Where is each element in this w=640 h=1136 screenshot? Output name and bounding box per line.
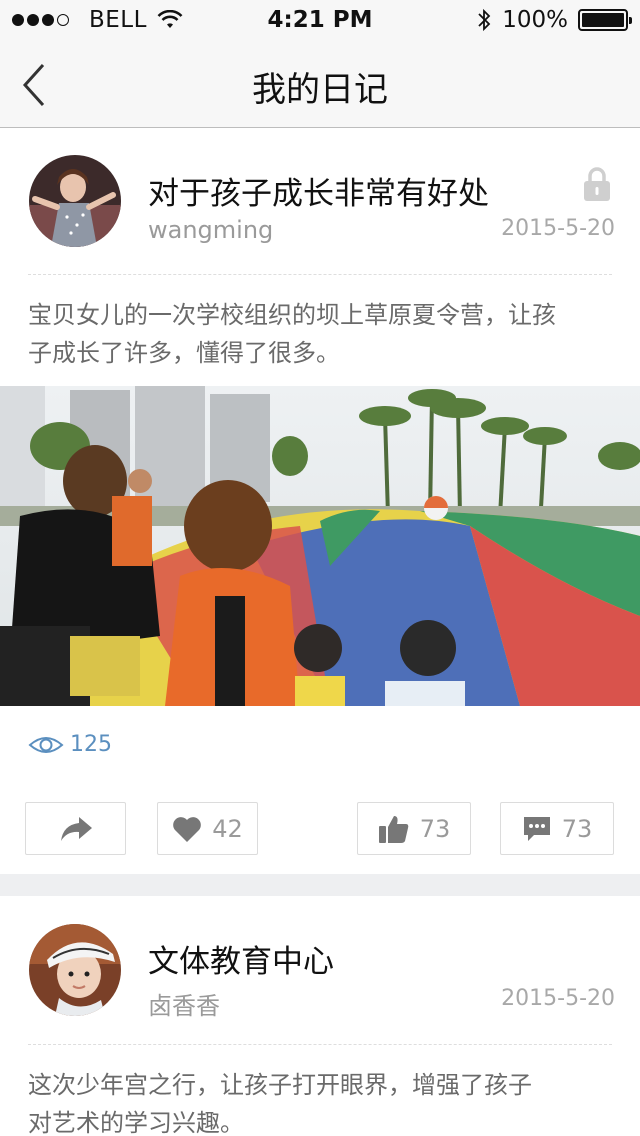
post-excerpt[interactable]: 宝贝女儿的一次学校组织的坝上草原夏令营，让孩 子成长了许多，懂得了很多。 — [28, 296, 608, 372]
status-bar: BELL 4:21 PM 100% — [0, 0, 640, 40]
comment-button[interactable]: 73 — [500, 802, 614, 855]
post-excerpt[interactable]: 这次少年宫之行，让孩子打开眼界，增强了孩子 对艺术的学习兴趣。 — [28, 1066, 608, 1136]
post-date: 2015-5-20 — [501, 216, 615, 241]
comment-icon — [523, 816, 550, 841]
comment-count: 73 — [561, 814, 593, 843]
carrier-label: BELL — [89, 7, 147, 33]
like-button[interactable]: 73 — [357, 802, 471, 855]
post-photo[interactable] — [0, 386, 640, 706]
favorite-count: 42 — [212, 814, 243, 843]
signal-strength-icon — [12, 14, 69, 26]
battery-icon — [578, 9, 632, 31]
navigation-bar: 我的日记 — [0, 40, 640, 128]
thumbs-up-icon — [378, 815, 408, 843]
divider — [28, 274, 612, 275]
bluetooth-icon — [478, 8, 491, 32]
diary-card[interactable]: 文体教育中心 卤香香 2015-5-20 这次少年宫之行，让孩子打开眼界，增强了… — [0, 896, 640, 1136]
diary-card[interactable]: 对于孩子成长非常有好处 wangming 2015-5-20 宝贝女儿的一次学校… — [0, 128, 640, 874]
post-date: 2015-5-20 — [501, 986, 615, 1011]
heart-icon — [173, 816, 202, 842]
favorite-button[interactable]: 42 — [157, 802, 258, 855]
excerpt-line: 宝贝女儿的一次学校组织的坝上草原夏令营，让孩 — [28, 301, 556, 329]
excerpt-line: 这次少年宫之行，让孩子打开眼界，增强了孩子 — [28, 1071, 532, 1099]
avatar — [29, 155, 121, 247]
post-author: wangming — [148, 216, 274, 244]
excerpt-line: 子成长了许多，懂得了很多。 — [28, 339, 340, 367]
excerpt-line: 对艺术的学习兴趣。 — [28, 1109, 244, 1136]
post-title[interactable]: 文体教育中心 — [148, 936, 334, 981]
wifi-icon — [157, 10, 183, 28]
post-author: 卤香香 — [148, 992, 220, 1020]
view-count: 125 — [28, 732, 112, 757]
post-title[interactable]: 对于孩子成长非常有好处 — [148, 168, 489, 213]
page-title: 我的日记 — [252, 70, 388, 110]
share-icon — [60, 816, 92, 841]
battery-percent: 100% — [502, 7, 568, 33]
like-count: 73 — [419, 814, 451, 843]
share-button[interactable] — [25, 802, 126, 855]
avatar — [29, 924, 121, 1016]
divider — [28, 1044, 612, 1045]
view-count-value: 125 — [70, 732, 112, 757]
lock-icon — [584, 167, 610, 201]
eye-icon — [28, 736, 64, 753]
